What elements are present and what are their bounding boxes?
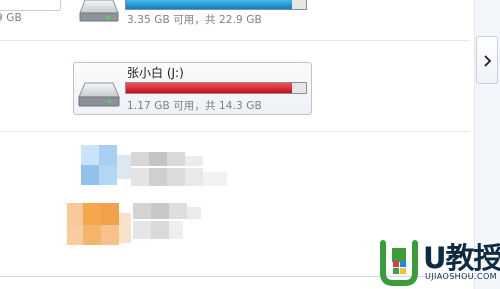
- drive-capacity-text: 3.35 GB 可用，共 22.9 GB: [127, 14, 262, 26]
- expand-pane-button[interactable]: [476, 36, 498, 84]
- watermark-logo-icon: [380, 240, 418, 286]
- hard-drive-icon: [79, 0, 119, 26]
- watermark-url: UJIAOSHOU.COM: [425, 272, 497, 281]
- drive-usage-bar: [125, 0, 307, 10]
- drive-capacity-text: 1.17 GB 可用，共 14.3 GB: [127, 100, 262, 112]
- drive-usage-bar-fill: [126, 83, 292, 93]
- watermark-title: U教授: [423, 241, 500, 275]
- drive-usage-bar: [125, 82, 307, 94]
- section-divider-top: [0, 40, 470, 41]
- section-divider-bottom: [0, 131, 470, 132]
- chevron-right-icon: [484, 55, 492, 67]
- drive-usage-bar-fill: [126, 0, 292, 9]
- drive-tile-cropped-left[interactable]: [0, 0, 61, 11]
- hard-drive-icon: [78, 80, 120, 112]
- drive-capacity-text-cropped: 9 GB: [0, 12, 22, 24]
- watermark: U教授 UJIAOSHOU.COM: [372, 235, 500, 289]
- drive-label: 张小白 (J:): [127, 66, 184, 80]
